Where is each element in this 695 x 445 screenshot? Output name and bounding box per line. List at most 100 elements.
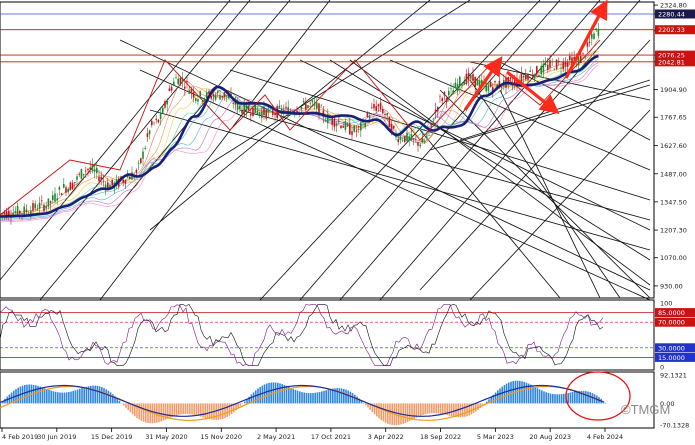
candle-body — [555, 59, 558, 69]
candle-body — [85, 170, 87, 172]
macd-bar — [239, 403, 242, 407]
x-tick-label: 20 Aug 2023 — [529, 433, 571, 441]
candle-body — [91, 164, 94, 171]
candle-body — [439, 96, 441, 98]
candle-body — [47, 198, 50, 207]
macd-bar — [59, 392, 61, 404]
macd-bar — [497, 390, 499, 404]
macd-bar — [327, 389, 330, 404]
candle-body — [184, 86, 186, 89]
macd-bar — [505, 383, 508, 404]
candle-body — [525, 75, 527, 80]
candle-body — [564, 61, 567, 67]
candle-body — [582, 52, 584, 54]
candle-body — [329, 119, 331, 121]
candle-body — [274, 113, 276, 116]
macd-bar — [303, 392, 305, 404]
candle-body — [60, 193, 63, 196]
candle-body — [179, 77, 182, 84]
candle-body — [597, 29, 600, 36]
candle-body — [111, 179, 113, 186]
candle-body — [595, 28, 597, 30]
macd-bar — [180, 403, 182, 415]
macd-bar — [464, 403, 466, 417]
candle-body — [566, 62, 569, 67]
candle-body — [485, 83, 487, 92]
macd-bar — [552, 393, 554, 404]
candle-body — [265, 110, 267, 119]
candle-body — [357, 126, 360, 128]
macd-bar — [525, 382, 528, 404]
candle-body — [219, 95, 221, 100]
candle-body — [588, 41, 591, 43]
candle-body — [417, 142, 419, 146]
candle-body — [43, 204, 45, 212]
macd-bar — [257, 388, 259, 404]
candle-body — [146, 133, 149, 137]
macd-bar — [378, 403, 380, 419]
macd-bar — [411, 403, 413, 420]
macd-bar — [362, 402, 365, 404]
macd-bar — [356, 396, 358, 404]
macd-bar — [54, 391, 57, 404]
x-tick-label: 4 Feb 2019 — [2, 433, 38, 441]
candle-body — [129, 176, 131, 180]
macd-bar — [28, 384, 30, 404]
macd-bar — [46, 389, 48, 404]
macd-bar — [310, 393, 312, 404]
candle-body — [21, 213, 23, 214]
macd-bar — [105, 389, 107, 404]
macd-bar — [312, 393, 314, 404]
macd-bar — [376, 403, 378, 417]
candle-body — [309, 102, 311, 104]
macd-bar — [466, 403, 468, 417]
candle-body — [382, 108, 384, 114]
macd-bar — [294, 389, 297, 404]
macd-bar — [589, 392, 591, 404]
candle-body — [441, 98, 443, 102]
candle-body — [331, 117, 333, 125]
candle-body — [542, 63, 545, 73]
candle-body — [591, 34, 593, 39]
macd-bar — [574, 391, 576, 404]
candle-body — [450, 88, 452, 89]
candle-body — [461, 83, 463, 86]
candle-body — [177, 78, 179, 85]
macd-bar — [175, 403, 178, 416]
candle-body — [102, 180, 105, 182]
macd-bar — [79, 388, 81, 404]
macd-bar — [499, 388, 501, 404]
macd-bar — [162, 403, 165, 421]
macd-bar — [292, 388, 294, 404]
candle-body — [344, 121, 347, 130]
candle-body — [78, 173, 80, 175]
stochastic-level-text: 0 — [660, 364, 664, 372]
candle-body — [366, 113, 369, 117]
candle-body — [170, 86, 173, 91]
macd-bar — [149, 403, 151, 424]
candle-body — [217, 91, 219, 93]
candle-body — [32, 203, 34, 211]
candle-body — [408, 136, 410, 140]
candle-body — [443, 92, 446, 96]
macd-bar — [461, 403, 464, 418]
macd-bar — [94, 385, 96, 404]
candle-body — [34, 203, 36, 209]
macd-bar — [301, 392, 303, 404]
macd-bar — [582, 390, 585, 404]
macd-bar — [347, 390, 349, 404]
candle-body — [320, 105, 322, 107]
candle-body — [153, 122, 155, 124]
macd-bar — [173, 403, 176, 417]
candle-body — [71, 182, 74, 190]
price-label-text: 2280.44 — [658, 10, 685, 18]
candle-body — [465, 73, 468, 84]
candle-body — [65, 187, 67, 193]
macd-bar — [184, 403, 187, 414]
candle-body — [16, 205, 19, 216]
candle-body — [49, 201, 52, 203]
macd-bar — [57, 392, 59, 404]
candle-body — [67, 188, 69, 193]
candle-body — [122, 179, 124, 183]
candle-body — [379, 102, 382, 110]
